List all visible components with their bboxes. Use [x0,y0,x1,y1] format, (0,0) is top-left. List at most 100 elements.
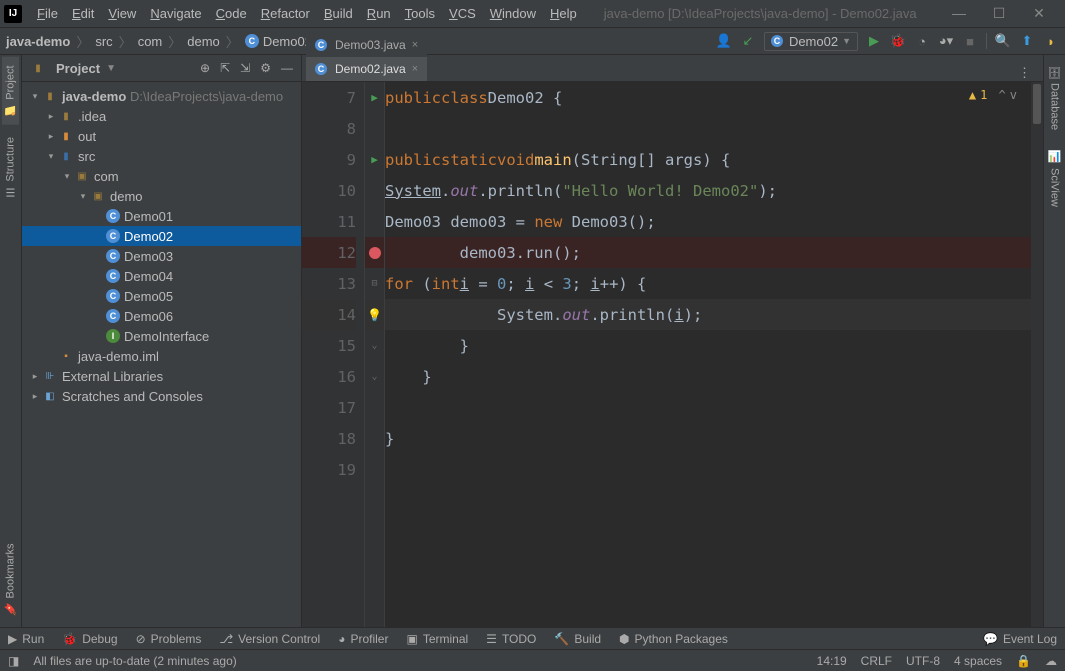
debug-button[interactable]: 🐞 [890,33,906,49]
add-user-icon[interactable]: 👤 [716,33,732,49]
fold-icon[interactable]: ⊟ [371,278,377,289]
inspection-summary[interactable]: ▲ 1 ^ v [969,88,1017,102]
memory-indicator-icon[interactable]: ☁ [1045,654,1057,668]
close-tab-icon[interactable]: × [412,63,418,75]
right-tab-sciview[interactable]: 📊SciView [1046,142,1063,214]
build-icon[interactable]: ↙ [740,33,756,49]
tree-class-demo06[interactable]: CDemo06 [22,306,301,326]
editor-tabs: CDemo03.java×CDemo02.java× ⋮ [302,55,1043,82]
project-tree[interactable]: ▾▮ java-demo D:\IdeaProjects\java-demo ▸… [22,82,301,627]
search-button[interactable]: 🔍 [995,33,1011,49]
hide-panel-icon[interactable]: — [281,61,293,75]
menu-file[interactable]: File [30,6,65,21]
menu-build[interactable]: Build [317,6,360,21]
tree-class-demo04[interactable]: CDemo04 [22,266,301,286]
menu-help[interactable]: Help [543,6,584,21]
next-highlight-icon[interactable]: v [1010,88,1017,102]
code-editor[interactable]: 78910111213141516171819 ▶▶⊟💡⌄⌄ public cl… [302,82,1043,627]
title-bar: IJ FileEditViewNavigateCodeRefactorBuild… [0,0,1065,28]
profile-button[interactable]: ◕▾ [938,33,954,49]
tree-root[interactable]: ▾▮ java-demo D:\IdeaProjects\java-demo [22,86,301,106]
bottom-tool-bar: ▶ Run 🐞 Debug ⊘ Problems ⎇ Version Contr… [0,627,1065,649]
tree-class-demo03[interactable]: CDemo03 [22,246,301,266]
tabs-more-icon[interactable]: ⋮ [1018,65,1039,81]
close-tab-icon[interactable]: × [412,39,418,51]
tw-event-log[interactable]: 💬 Event Log [983,632,1057,646]
tw-profiler[interactable]: ◕ Profiler [338,632,388,646]
stop-button[interactable]: ■ [962,33,978,49]
menu-tools[interactable]: Tools [398,6,442,21]
settings-icon[interactable]: ⚙ [260,61,271,75]
tree-class-demo01[interactable]: CDemo01 [22,206,301,226]
maximize-button[interactable]: ☐ [985,5,1013,22]
left-tab-bookmarks[interactable]: 🔖Bookmarks [2,535,19,623]
tree-class-demo02[interactable]: CDemo02 [22,226,301,246]
cursor-position[interactable]: 14:19 [817,654,847,668]
tree-class-demo05[interactable]: CDemo05 [22,286,301,306]
project-view-dropdown[interactable]: ▼ [106,63,116,74]
project-panel-header: ▮ Project ▼ ⊕ ⇱ ⇲ ⚙ — [22,55,301,82]
menu-navigate[interactable]: Navigate [143,6,208,21]
intention-bulb-icon[interactable]: 💡 [367,308,382,322]
run-config-dropdown[interactable]: C Demo02 ▼ [764,32,858,51]
menu-vcs[interactable]: VCS [442,6,483,21]
tw-vcs[interactable]: ⎇ Version Control [219,632,320,646]
left-tab-project[interactable]: 📁Project [2,57,19,125]
fold-icon[interactable]: ⌄ [371,371,377,382]
tree-com[interactable]: ▾▣com [22,166,301,186]
tw-build[interactable]: 🔨 Build [554,632,601,646]
tw-python[interactable]: ⬢ Python Packages [619,632,728,646]
file-encoding[interactable]: UTF-8 [906,654,940,668]
close-button[interactable]: ✕ [1025,5,1053,22]
editor-scrollbar[interactable] [1031,82,1043,627]
tw-todo[interactable]: ☰ TODO [486,632,536,646]
project-icon: ▮ [30,61,46,75]
tree-idea[interactable]: ▸▮.idea [22,106,301,126]
ide-help-button[interactable]: ◗ [1043,33,1059,49]
editor-area: CDemo03.java×CDemo02.java× ⋮ 78910111213… [302,55,1043,627]
breakpoint-icon[interactable] [369,247,381,259]
update-button[interactable]: ⬆ [1019,33,1035,49]
line-separator[interactable]: CRLF [861,654,892,668]
tree-interface[interactable]: IDemoInterface [22,326,301,346]
tw-debug[interactable]: 🐞 Debug [62,632,117,646]
tree-iml[interactable]: ▪java-demo.iml [22,346,301,366]
right-tab-database[interactable]: 🗄Database [1046,57,1063,138]
tree-out[interactable]: ▸▮out [22,126,301,146]
tree-ext-lib[interactable]: ▸⊪External Libraries [22,366,301,386]
editor-tab[interactable]: CDemo02.java× [306,57,427,81]
editor-tab[interactable]: CDemo03.java× [306,33,427,57]
fold-icon[interactable]: ⌄ [371,340,377,351]
tw-terminal[interactable]: ▣ Terminal [406,632,468,646]
project-panel: ▮ Project ▼ ⊕ ⇱ ⇲ ⚙ — ▾▮ java-demo D:\Id… [22,55,302,627]
collapse-all-icon[interactable]: ⇲ [240,61,250,75]
run-button[interactable]: ▶ [866,33,882,49]
scrollbar-thumb[interactable] [1033,84,1041,124]
indent-info[interactable]: 4 spaces [954,654,1002,668]
menu-view[interactable]: View [101,6,143,21]
warning-icon: ▲ [969,88,976,102]
menu-run[interactable]: Run [360,6,398,21]
prev-highlight-icon[interactable]: ^ [991,88,1005,102]
tw-problems[interactable]: ⊘ Problems [136,632,202,646]
select-opened-icon[interactable]: ⊕ [200,61,210,75]
minimize-button[interactable]: — [945,5,973,22]
left-tab-structure[interactable]: ☰Structure [2,129,19,207]
coverage-button[interactable]: ◔ [914,33,930,49]
tw-run[interactable]: ▶ Run [8,632,44,646]
expand-all-icon[interactable]: ⇱ [220,61,230,75]
tool-windows-toggle-icon[interactable]: ◨ [8,654,19,668]
tree-scratches[interactable]: ▸◧Scratches and Consoles [22,386,301,406]
readonly-lock-icon[interactable]: 🔒 [1016,654,1031,668]
tree-demo[interactable]: ▾▣demo [22,186,301,206]
menu-code[interactable]: Code [209,6,254,21]
tree-src[interactable]: ▾▮src [22,146,301,166]
run-gutter-icon[interactable]: ▶ [371,153,378,166]
menu-window[interactable]: Window [483,6,543,21]
run-gutter-icon[interactable]: ▶ [371,91,378,104]
window-title: java-demo [D:\IdeaProjects\java-demo] - … [584,6,945,21]
menu-refactor[interactable]: Refactor [254,6,317,21]
status-bar: ◨ All files are up-to-date (2 minutes ag… [0,649,1065,671]
left-tool-strip: 📁Project ☰Structure 🔖Bookmarks [0,55,22,627]
menu-edit[interactable]: Edit [65,6,101,21]
